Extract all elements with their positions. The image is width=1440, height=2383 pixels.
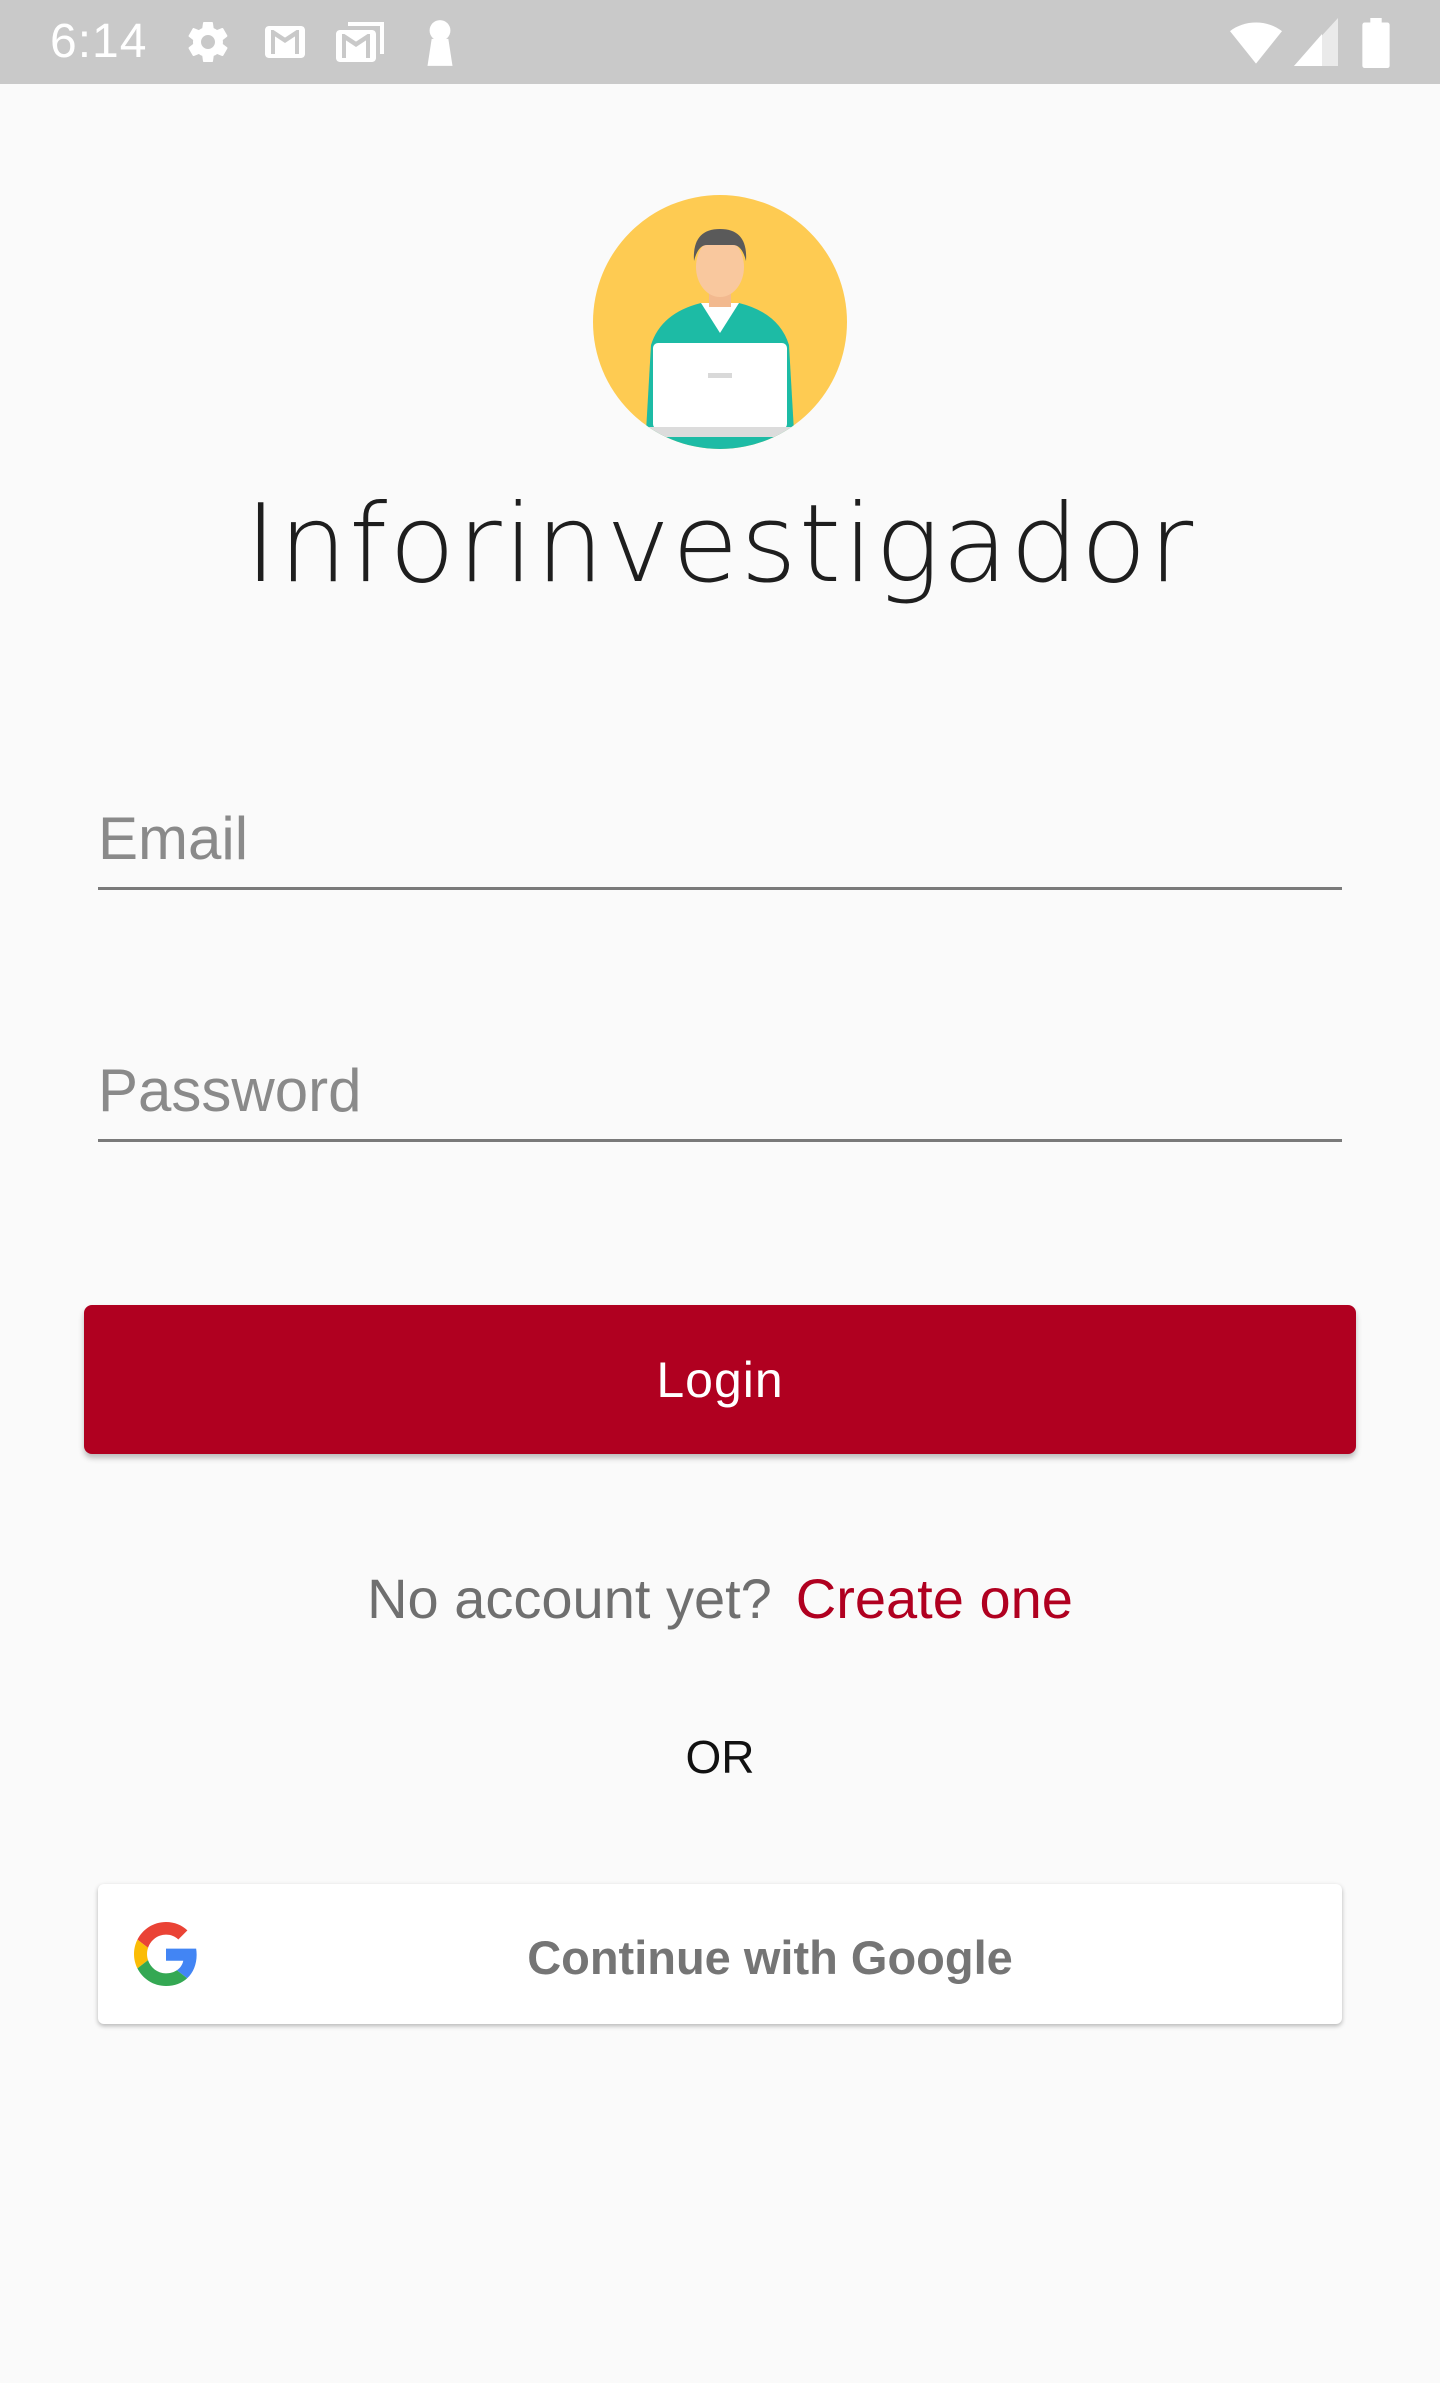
- status-bar: 6:14: [0, 0, 1440, 84]
- status-time: 6:14: [50, 15, 148, 68]
- signup-row: No account yet? Create one: [0, 1566, 1440, 1631]
- signup-prompt: No account yet?: [367, 1567, 772, 1630]
- or-divider: OR: [685, 1731, 755, 1783]
- gmail-stack-icon: [336, 22, 384, 62]
- user-avatar: [593, 195, 847, 449]
- gmail-icon: [265, 26, 305, 58]
- signal-icon: [1294, 18, 1338, 66]
- app-title: Inforinvestigador: [244, 482, 1196, 607]
- create-account-link[interactable]: Create one: [796, 1567, 1073, 1630]
- google-button-label: Continue with Google: [527, 1931, 1013, 1984]
- login-button[interactable]: Login: [84, 1305, 1356, 1454]
- email-field[interactable]: [98, 790, 1342, 890]
- password-field[interactable]: [98, 1042, 1342, 1142]
- keyhole-icon: [427, 20, 453, 66]
- google-signin-button[interactable]: Continue with Google: [98, 1884, 1342, 2024]
- google-logo-icon: [134, 1922, 197, 1986]
- battery-icon: [1362, 18, 1390, 68]
- wifi-icon: [1230, 22, 1282, 64]
- gear-icon: [188, 22, 228, 63]
